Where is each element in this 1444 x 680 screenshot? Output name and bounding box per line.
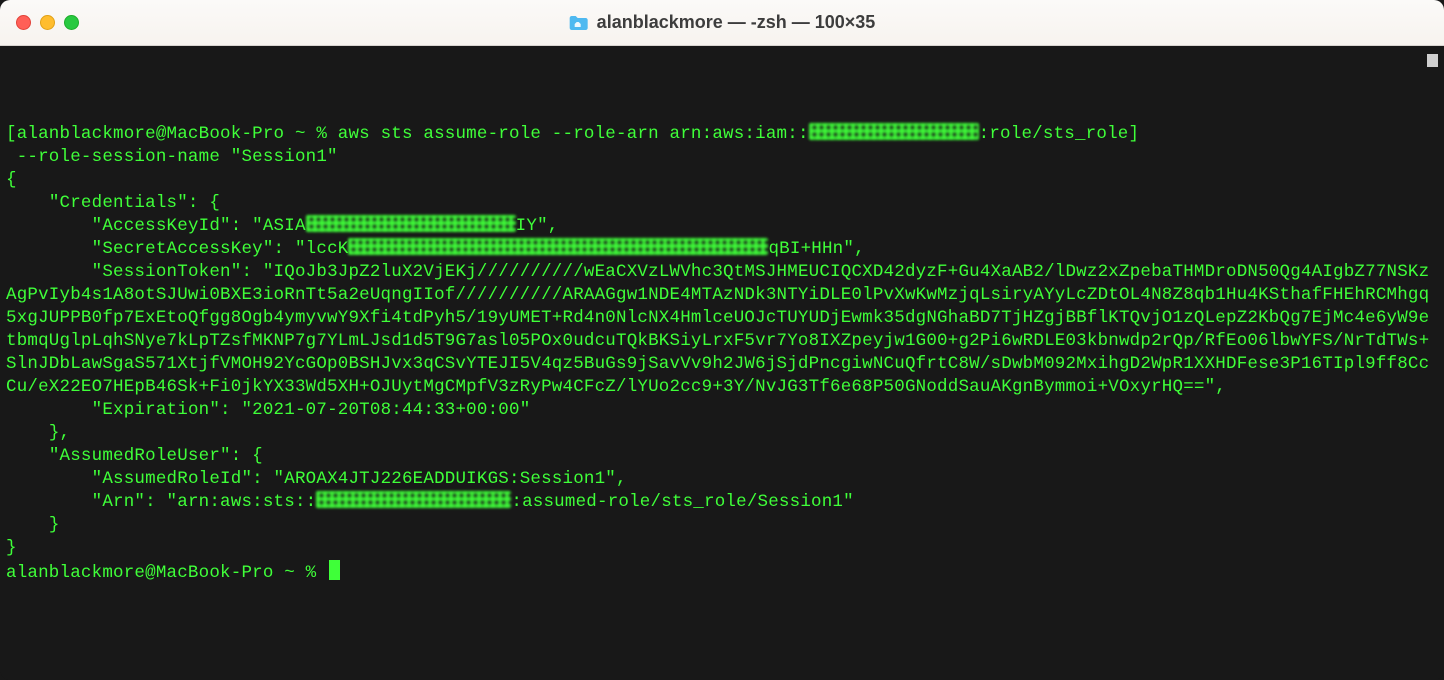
arn-post: :assumed-role/sts_role/Session1": [511, 492, 853, 512]
prompt-2: alanblackmore@MacBook-Pro ~ %: [6, 563, 327, 583]
window-title-text: alanblackmore — -zsh — 100×35: [597, 12, 876, 33]
arn-pre: "Arn": "arn:aws:sts::: [6, 492, 316, 512]
credentials-close: },: [6, 423, 70, 443]
redacted-account-id: [809, 123, 979, 140]
home-folder-icon: [569, 15, 589, 31]
json-close-brace: }: [6, 538, 17, 558]
prompt-bracket-open: [: [6, 124, 17, 144]
access-key-id-pre: "AccessKeyId": "ASIA: [6, 216, 306, 236]
titlebar: alanblackmore — -zsh — 100×35: [0, 0, 1444, 46]
cursor-icon: [329, 560, 340, 580]
command-line-2: --role-session-name "Session1": [6, 147, 338, 167]
traffic-lights: [16, 15, 79, 30]
assumed-role-user-close: }: [6, 515, 60, 535]
terminal-body[interactable]: [alanblackmore@MacBook-Pro ~ % aws sts a…: [0, 46, 1444, 680]
close-icon[interactable]: [16, 15, 31, 30]
line-wrap-indicator-icon: [1427, 54, 1438, 67]
terminal-window: alanblackmore — -zsh — 100×35 [alanblack…: [0, 0, 1444, 680]
secret-access-key-post: qBI+HHn",: [768, 239, 864, 259]
prompt-1: alanblackmore@MacBook-Pro ~ %: [17, 124, 338, 144]
command-part-1: aws sts assume-role --role-arn arn:aws:i…: [338, 124, 809, 144]
minimize-icon[interactable]: [40, 15, 55, 30]
session-token: "SessionToken": "IQoJb3JpZ2luX2VjEKj////…: [6, 262, 1429, 397]
terminal-output: [alanblackmore@MacBook-Pro ~ % aws sts a…: [6, 123, 1438, 585]
credentials-key: "Credentials": {: [6, 193, 220, 213]
window-title: alanblackmore — -zsh — 100×35: [569, 12, 876, 33]
secret-access-key-pre: "SecretAccessKey": "lccK: [6, 239, 348, 259]
assumed-role-user-key: "AssumedRoleUser": {: [6, 446, 263, 466]
prompt-bracket-close: ]: [1128, 124, 1139, 144]
command-part-2: :role/sts_role: [979, 124, 1129, 144]
redacted-access-key-id: [306, 215, 516, 232]
maximize-icon[interactable]: [64, 15, 79, 30]
redacted-secret-access-key: [348, 238, 768, 255]
access-key-id-post: IY",: [516, 216, 559, 236]
json-open-brace: {: [6, 170, 17, 190]
expiration: "Expiration": "2021-07-20T08:44:33+00:00…: [6, 400, 530, 420]
assumed-role-id: "AssumedRoleId": "AROAX4JTJ226EADDUIKGS:…: [6, 469, 627, 489]
redacted-arn-account: [316, 491, 511, 508]
